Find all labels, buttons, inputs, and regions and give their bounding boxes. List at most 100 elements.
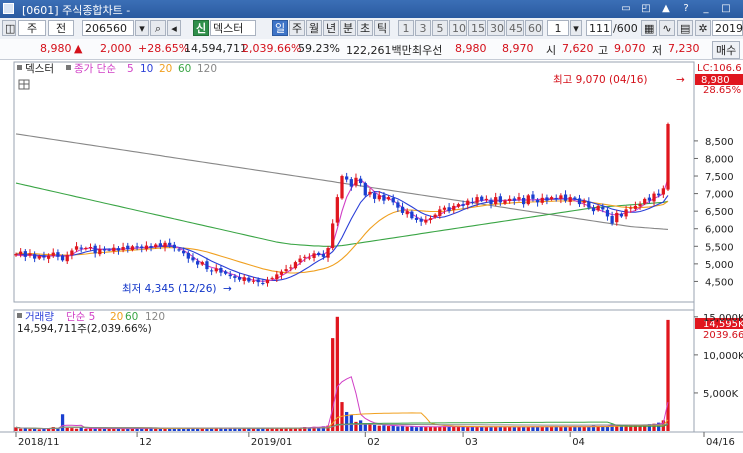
candle-body	[312, 253, 316, 258]
candle-body	[554, 197, 558, 199]
prev-select[interactable]: 전	[48, 20, 74, 36]
volume-bar	[666, 319, 670, 431]
candle-body	[14, 254, 18, 256]
price-tick-label: 7,000	[705, 190, 734, 201]
interval-input[interactable]: 1	[547, 20, 569, 36]
volume-bar	[475, 426, 479, 431]
draw-tool-icon[interactable]: ∿	[659, 20, 675, 36]
dropdown-icon[interactable]: ▾	[135, 20, 149, 36]
period-tab-month[interactable]: 월	[306, 20, 322, 36]
volume-bar	[237, 428, 242, 431]
candle-body	[126, 245, 130, 250]
save-icon[interactable]: ▤	[677, 20, 693, 36]
candle-body	[494, 197, 498, 205]
date-input[interactable]: 2019/0	[712, 20, 743, 36]
candle-body	[284, 269, 288, 272]
period-tab-year[interactable]: 년	[323, 20, 339, 36]
volume-bar	[195, 428, 200, 431]
date-tick-label: 12	[139, 437, 152, 448]
new-badge: 신	[193, 20, 209, 36]
candle-body	[186, 252, 190, 259]
bid-price: 8,970	[502, 42, 534, 55]
period-tab-second[interactable]: 초	[357, 20, 373, 36]
help-icon[interactable]: ?	[680, 3, 692, 15]
volume-bar	[331, 338, 335, 431]
candle-body	[265, 279, 270, 284]
period-tab-day[interactable]: 일	[272, 20, 288, 36]
volume-bar	[508, 426, 512, 431]
legend-volume-ma5: 단순 5	[66, 311, 95, 323]
speaker-icon[interactable]: ◂	[167, 20, 181, 36]
volume-percent: 2,039.66%	[242, 42, 302, 55]
volume-bar	[345, 411, 349, 431]
candle-body	[610, 216, 614, 224]
candle-body	[102, 249, 107, 251]
low-label: 저	[652, 44, 663, 57]
minimize-icon[interactable]: _	[700, 3, 712, 15]
volume-bar	[512, 427, 516, 431]
low-annotation: 최저 4,345 (12/26)	[122, 283, 217, 295]
buy-button[interactable]: 매수	[712, 41, 741, 59]
stock-name-field[interactable]: 덱스터	[210, 20, 256, 36]
pin-icon[interactable]: ▲	[660, 3, 672, 15]
chart-settings-icon[interactable]: ▦	[641, 20, 657, 36]
volume-bar	[251, 428, 256, 431]
low-annotation-arrow-icon: →	[223, 283, 232, 295]
volume-bar	[456, 427, 461, 431]
interval-dropdown-icon[interactable]: ▾	[570, 20, 582, 36]
trade-amount: 122,261백만	[346, 44, 412, 57]
candle-body	[624, 209, 628, 217]
gear-icon[interactable]: ✲	[695, 20, 711, 36]
candle-body	[335, 197, 339, 223]
high-label: 고	[598, 44, 609, 57]
interval-5[interactable]: 5	[432, 20, 448, 36]
volume-axis: 14,595K 2039.66 5,000K10,000K15,000K	[694, 313, 743, 400]
chart-type-icon[interactable]: ◫	[2, 20, 16, 36]
volume-bar	[428, 426, 433, 431]
restore-icon[interactable]: ▭	[620, 3, 632, 15]
candle-body	[19, 251, 23, 255]
candle-body	[657, 193, 661, 196]
candle-body	[428, 218, 433, 220]
interval-1[interactable]: 1	[398, 20, 414, 36]
candle-body	[568, 197, 572, 202]
candle-body	[508, 198, 512, 202]
candle-body	[438, 209, 442, 216]
volume-bar	[223, 428, 228, 431]
candle-body	[51, 252, 55, 256]
interval-60[interactable]: 60	[525, 20, 543, 36]
interval-45[interactable]: 45	[506, 20, 524, 36]
stock-code-input[interactable]: 206560	[82, 20, 134, 36]
period-tab-tick[interactable]: 틱	[374, 20, 390, 36]
volume-value-label: 14,594,711주(2,039.66%)	[17, 323, 152, 335]
search-icon[interactable]: ⌕	[150, 20, 166, 36]
count-input[interactable]: 111	[586, 20, 612, 36]
candle-body	[228, 274, 232, 277]
interval-30[interactable]: 30	[487, 20, 505, 36]
candle-body	[74, 246, 79, 250]
volume-bar	[140, 428, 144, 431]
layout-icon[interactable]: ◰	[640, 3, 652, 15]
interval-10[interactable]: 10	[449, 20, 467, 36]
period-tab-week[interactable]: 주	[289, 20, 305, 36]
period-tab-minute[interactable]: 분	[340, 20, 356, 36]
interval-15[interactable]: 15	[468, 20, 486, 36]
interval-3[interactable]: 3	[415, 20, 431, 36]
candle-body	[601, 207, 605, 210]
candle-body	[223, 271, 228, 274]
market-select[interactable]: 주	[18, 20, 46, 36]
volume-bar	[424, 427, 428, 431]
candle-body	[549, 197, 554, 200]
candle-body	[619, 213, 624, 217]
candle-body	[633, 205, 638, 209]
maximize-icon[interactable]: □	[720, 3, 732, 15]
volume-bar	[65, 427, 69, 431]
candle-body	[88, 247, 93, 248]
candle-body	[200, 262, 204, 265]
candle-body	[489, 199, 493, 205]
candle-body	[526, 195, 530, 205]
date-tick-label: 2018/11	[18, 437, 60, 448]
candle-body	[480, 196, 484, 201]
candle-body	[559, 195, 563, 199]
volume-tick-label: 5,000K	[703, 389, 739, 400]
